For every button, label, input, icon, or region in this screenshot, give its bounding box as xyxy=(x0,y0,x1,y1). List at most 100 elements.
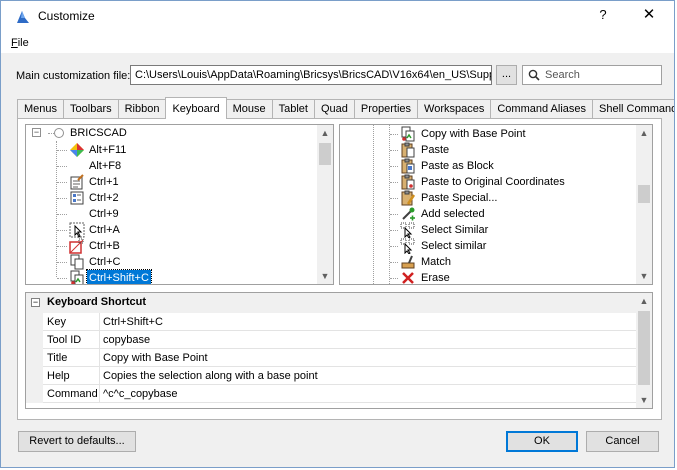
row-gutter xyxy=(26,313,43,331)
select-similar-icon xyxy=(400,238,416,255)
command-item-label: Select Similar xyxy=(421,224,489,236)
browse-button[interactable]: ... xyxy=(496,65,517,85)
command-item-label: Add selected xyxy=(421,208,485,220)
menu-bar: File xyxy=(1,32,674,53)
scroll-thumb[interactable] xyxy=(638,311,650,385)
tab-keyboard[interactable]: Keyboard xyxy=(165,97,227,119)
property-key: Command xyxy=(43,385,100,403)
ok-button[interactable]: OK xyxy=(506,431,578,452)
property-value[interactable]: copybase xyxy=(100,331,636,349)
tree-item-label: Ctrl+1 xyxy=(89,176,119,188)
tree-item-label: Ctrl+C xyxy=(89,256,121,268)
select-similar-icon xyxy=(400,222,416,239)
command-item-label: Paste as Block xyxy=(421,160,494,172)
main-file-path-field[interactable]: C:\Users\Louis\AppData\Roaming\Bricsys\B… xyxy=(130,65,492,85)
property-grid-title: Keyboard Shortcut xyxy=(47,296,147,308)
property-grid: − Keyboard Shortcut Key Ctrl+Shift+C Tool … xyxy=(25,292,653,409)
property-value[interactable]: Copies the selection along with a base p… xyxy=(100,367,636,385)
scroll-down-icon[interactable]: ▼ xyxy=(636,392,652,408)
row-gutter xyxy=(26,367,43,385)
menu-file[interactable]: File xyxy=(11,37,29,49)
close-button[interactable]: ✕ xyxy=(639,5,659,23)
tab-mouse[interactable]: Mouse xyxy=(225,99,273,118)
copy-base-point-icon xyxy=(400,126,416,142)
left-tree-scrollbar[interactable]: ▲ ▼ xyxy=(317,125,333,284)
property-key: Help xyxy=(43,367,100,385)
command-item-label: Paste xyxy=(421,144,450,156)
tree-item-label: Ctrl+2 xyxy=(89,192,119,204)
tree-item-label: Ctrl+A xyxy=(89,224,120,236)
search-input[interactable] xyxy=(545,68,655,82)
scroll-thumb[interactable] xyxy=(638,185,650,203)
snap-icon xyxy=(69,238,85,254)
tab-quad[interactable]: Quad xyxy=(313,99,355,118)
help-button[interactable]: ? xyxy=(595,7,611,22)
tab-properties[interactable]: Properties xyxy=(353,99,419,118)
tab-bar: Menus Toolbars Ribbon Keyboard Mouse Tablet Qu… xyxy=(17,97,674,119)
scroll-thumb[interactable] xyxy=(319,143,331,165)
collapse-toggle-icon[interactable]: − xyxy=(31,298,40,307)
search-icon xyxy=(528,69,540,81)
cancel-label: Cancel xyxy=(605,435,640,447)
paste-block-icon xyxy=(400,158,416,174)
property-grid-header: − Keyboard Shortcut xyxy=(26,293,636,313)
property-key: Key xyxy=(43,313,100,331)
scroll-down-icon[interactable]: ▼ xyxy=(317,268,333,284)
tree-root-label: BRICSCAD xyxy=(70,127,127,139)
right-tree-scrollbar[interactable]: ▲ ▼ xyxy=(636,125,652,284)
collapse-toggle-icon[interactable]: − xyxy=(32,128,41,137)
property-value[interactable]: Ctrl+Shift+C xyxy=(100,313,636,331)
match-brush-icon xyxy=(400,254,416,270)
property-row[interactable]: Command ^c^c_copybase xyxy=(26,385,636,403)
tree-item-label: Alt+F8 xyxy=(89,160,122,172)
scroll-up-icon[interactable]: ▲ xyxy=(636,293,652,309)
property-key: Tool ID xyxy=(43,331,100,349)
property-row[interactable]: Tool ID copybase xyxy=(26,331,636,349)
scroll-up-icon[interactable]: ▲ xyxy=(317,125,333,141)
tab-shell-commands[interactable]: Shell Commands xyxy=(592,99,674,118)
title-bar: Customize ? ✕ xyxy=(1,1,674,32)
row-gutter xyxy=(26,349,43,367)
property-value[interactable]: Copy with Base Point xyxy=(100,349,636,367)
tab-tablet[interactable]: Tablet xyxy=(271,99,315,118)
root-circle-icon xyxy=(54,128,64,138)
command-item-label: Copy with Base Point xyxy=(421,128,526,140)
tab-menus[interactable]: Menus xyxy=(17,99,65,118)
command-item-label: Select similar xyxy=(421,240,487,252)
revert-label: Revert to defaults... xyxy=(29,435,125,447)
paste-special-icon xyxy=(400,190,416,206)
row-gutter xyxy=(26,331,43,349)
command-item-label: Match xyxy=(421,256,451,268)
scroll-up-icon[interactable]: ▲ xyxy=(636,125,652,141)
bricscad-logo-icon xyxy=(17,11,29,23)
search-box[interactable] xyxy=(522,65,662,85)
copy-base-point-icon xyxy=(69,270,85,284)
command-item-label: Erase xyxy=(421,272,450,284)
select-all-icon xyxy=(69,222,85,238)
command-tree[interactable]: Copy with Base Point Paste Paste as Block P… xyxy=(339,124,653,285)
erase-icon xyxy=(400,270,416,284)
revert-to-defaults-button[interactable]: Revert to defaults... xyxy=(18,431,136,452)
scroll-down-icon[interactable]: ▼ xyxy=(636,268,652,284)
command-item-label: Paste to Original Coordinates xyxy=(421,176,565,188)
shortcut-tree[interactable]: − BRICSCAD Alt+F11 Alt+F8 Ctrl+1 Ctrl+2 Ctrl… xyxy=(25,124,334,285)
properties-icon xyxy=(69,174,85,190)
property-row[interactable]: Key Ctrl+Shift+C xyxy=(26,313,636,331)
copy-icon xyxy=(69,254,85,270)
tab-toolbars[interactable]: Toolbars xyxy=(63,99,119,118)
property-grid-scrollbar[interactable]: ▲ ▼ xyxy=(636,293,652,408)
property-row[interactable]: Title Copy with Base Point xyxy=(26,349,636,367)
property-value[interactable]: ^c^c_copybase xyxy=(100,385,636,403)
tab-command-aliases[interactable]: Command Aliases xyxy=(490,99,593,118)
property-row[interactable]: Help Copies the selection along with a ba… xyxy=(26,367,636,385)
tab-workspaces[interactable]: Workspaces xyxy=(417,99,492,118)
design-center-icon xyxy=(69,190,85,206)
window-title: Customize xyxy=(38,9,95,23)
paste-icon xyxy=(400,142,416,158)
ok-label: OK xyxy=(534,435,550,447)
cancel-button[interactable]: Cancel xyxy=(586,431,659,452)
tab-ribbon[interactable]: Ribbon xyxy=(117,99,167,118)
tree-item-label: Ctrl+B xyxy=(89,240,120,252)
row-gutter xyxy=(26,385,43,403)
tree-item-label: Ctrl+9 xyxy=(89,208,119,220)
